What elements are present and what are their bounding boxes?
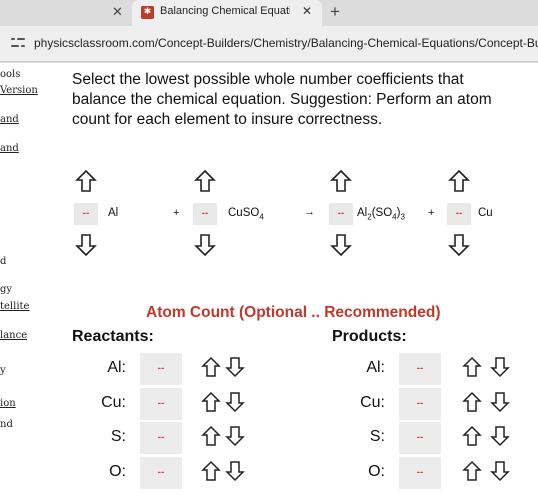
product-cu-down-arrow-icon[interactable] (490, 391, 510, 413)
reactant-o-count[interactable]: -- (140, 457, 182, 489)
reaction-arrow: → (304, 206, 315, 218)
plus-sign: + (173, 207, 180, 219)
sidebar-link[interactable]: and (0, 143, 19, 154)
sidebar-link[interactable]: nd (0, 419, 13, 430)
species-al2so43: Al2(SO4)3 (357, 207, 405, 222)
reactant-cu-down-arrow-icon[interactable] (225, 391, 245, 413)
reactant-cu-up-arrow-icon[interactable] (201, 391, 221, 413)
decrease-cu-coefficient-down-arrow-icon[interactable] (448, 233, 470, 257)
species-cuso4: CuSO4 (228, 207, 264, 222)
product-o-count[interactable]: -- (399, 457, 441, 489)
increase-al-coefficient-up-arrow-icon[interactable] (75, 169, 97, 193)
cuso4-coefficient[interactable]: -- (193, 203, 217, 225)
decrease-al-coefficient-down-arrow-icon[interactable] (75, 233, 97, 257)
sidebar-link[interactable]: lance (0, 330, 27, 341)
site-info-icon[interactable] (11, 36, 25, 50)
tab-title: Balancing Chemical Equations C (160, 5, 290, 17)
decrease-cuso4-coefficient-down-arrow-icon[interactable] (194, 233, 216, 257)
decrease-al2so43-coefficient-down-arrow-icon[interactable] (330, 233, 352, 257)
sidebar: ools Version and and d gy tellite lance … (0, 63, 40, 499)
products-heading: Products: (332, 328, 407, 345)
sidebar-link[interactable]: Version (0, 85, 38, 96)
reactant-o-down-arrow-icon[interactable] (225, 460, 245, 482)
reactant-element-label: Al: (107, 359, 126, 376)
url-text[interactable]: physicsclassroom.com/Concept-Builders/Ch… (34, 36, 538, 50)
reactant-cu-count[interactable]: -- (140, 388, 182, 420)
product-s-down-arrow-icon[interactable] (490, 425, 510, 447)
reactant-o-up-arrow-icon[interactable] (201, 460, 221, 482)
product-al-count[interactable]: -- (399, 353, 441, 385)
product-element-label: Al: (366, 359, 385, 376)
increase-cu-coefficient-up-arrow-icon[interactable] (448, 169, 470, 193)
page-content: ools Version and and d gy tellite lance … (0, 63, 538, 499)
increase-cuso4-coefficient-up-arrow-icon[interactable] (194, 169, 216, 193)
product-al-up-arrow-icon[interactable] (462, 356, 482, 378)
reactant-s-count[interactable]: -- (140, 422, 182, 454)
product-o-down-arrow-icon[interactable] (490, 460, 510, 482)
new-tab-button[interactable]: + (330, 2, 340, 22)
atom-count-title: Atom Count (Optional .. Recommended) (146, 304, 441, 321)
sidebar-link[interactable]: ools (0, 69, 20, 80)
sidebar-link[interactable]: ion (0, 398, 16, 409)
browser-tab-strip: ✕ ✱ Balancing Chemical Equations C ✕ + (0, 0, 538, 26)
reactant-element-label: O: (109, 463, 126, 480)
reactant-element-label: Cu: (101, 394, 126, 411)
sidebar-link[interactable]: d (0, 256, 6, 267)
species-al: Al (108, 207, 119, 219)
reactants-heading: Reactants: (72, 328, 154, 345)
product-element-label: O: (368, 463, 385, 480)
product-element-label: S: (369, 428, 385, 445)
product-s-count[interactable]: -- (399, 422, 441, 454)
instructions-text: Select the lowest possible whole number … (72, 71, 492, 128)
sidebar-link[interactable]: tellite (0, 301, 29, 312)
plus-sign: + (428, 207, 435, 219)
al-coefficient[interactable]: -- (74, 203, 98, 225)
close-icon[interactable]: ✕ (112, 4, 123, 20)
product-s-up-arrow-icon[interactable] (462, 425, 482, 447)
reactant-s-down-arrow-icon[interactable] (225, 425, 245, 447)
cu-coefficient[interactable]: -- (447, 203, 471, 225)
site-favicon-icon: ✱ (141, 6, 154, 19)
reactant-al-count[interactable]: -- (140, 353, 182, 385)
reactant-al-down-arrow-icon[interactable] (225, 356, 245, 378)
product-cu-up-arrow-icon[interactable] (462, 391, 482, 413)
sidebar-link[interactable]: gy (0, 284, 12, 295)
product-al-down-arrow-icon[interactable] (490, 356, 510, 378)
sidebar-link[interactable]: y (0, 365, 6, 376)
browser-tab-active[interactable]: ✱ Balancing Chemical Equations C ✕ (132, 0, 322, 26)
increase-al2so43-coefficient-up-arrow-icon[interactable] (330, 169, 352, 193)
reactant-al-up-arrow-icon[interactable] (201, 356, 221, 378)
product-cu-count[interactable]: -- (399, 388, 441, 420)
al2so43-coefficient[interactable]: -- (329, 203, 353, 225)
address-bar[interactable]: physicsclassroom.com/Concept-Builders/Ch… (0, 26, 538, 62)
product-o-up-arrow-icon[interactable] (462, 460, 482, 482)
reactant-element-label: S: (110, 428, 126, 445)
tab-close-icon[interactable]: ✕ (302, 4, 312, 18)
species-cu: Cu (478, 207, 493, 219)
product-element-label: Cu: (360, 394, 385, 411)
sidebar-link[interactable]: and (0, 114, 19, 125)
reactant-s-up-arrow-icon[interactable] (201, 425, 221, 447)
